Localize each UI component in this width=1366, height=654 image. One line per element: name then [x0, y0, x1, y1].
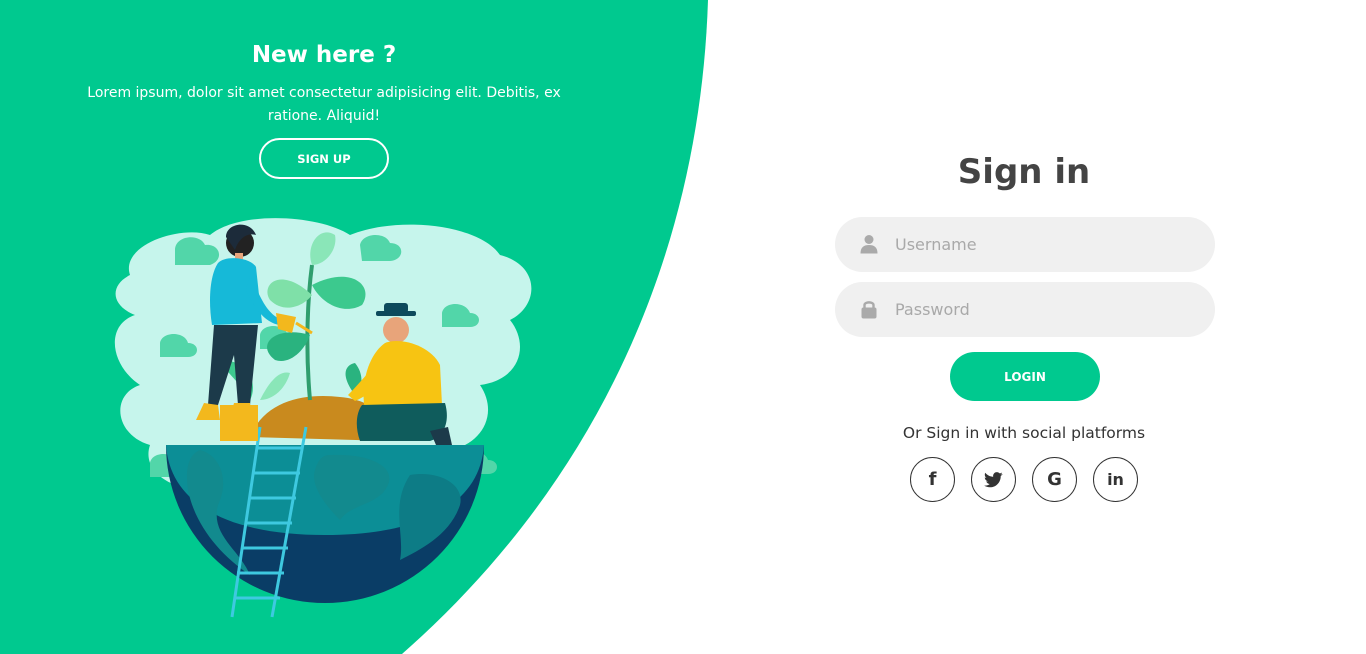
user-icon: [860, 235, 878, 254]
password-input[interactable]: [895, 282, 1195, 337]
linkedin-icon: in: [1107, 470, 1124, 489]
sign-in-title: Sign in: [957, 152, 1091, 192]
sign-up-button[interactable]: SIGN UP: [259, 138, 389, 179]
login-button[interactable]: LOGIN: [950, 352, 1100, 401]
panel-title: New here ?: [251, 42, 397, 68]
twitter-icon: [984, 471, 1003, 487]
twitter-button[interactable]: [971, 457, 1016, 502]
google-button[interactable]: G: [1032, 457, 1077, 502]
left-panel: New here ? Lorem ipsum, dolor sit amet c…: [0, 0, 650, 654]
gardening-illustration: [114, 218, 532, 618]
google-icon: G: [1047, 469, 1062, 490]
linkedin-button[interactable]: in: [1093, 457, 1138, 502]
panel-description: Lorem ipsum, dolor sit amet consectetur …: [87, 85, 561, 124]
social-sign-in-text: Or Sign in with social platforms: [902, 424, 1146, 442]
facebook-button[interactable]: f: [910, 457, 955, 502]
password-field: [835, 282, 1215, 337]
username-field: [835, 217, 1215, 272]
lock-icon: [861, 301, 877, 319]
username-input[interactable]: [895, 217, 1195, 272]
facebook-icon: f: [928, 469, 937, 490]
